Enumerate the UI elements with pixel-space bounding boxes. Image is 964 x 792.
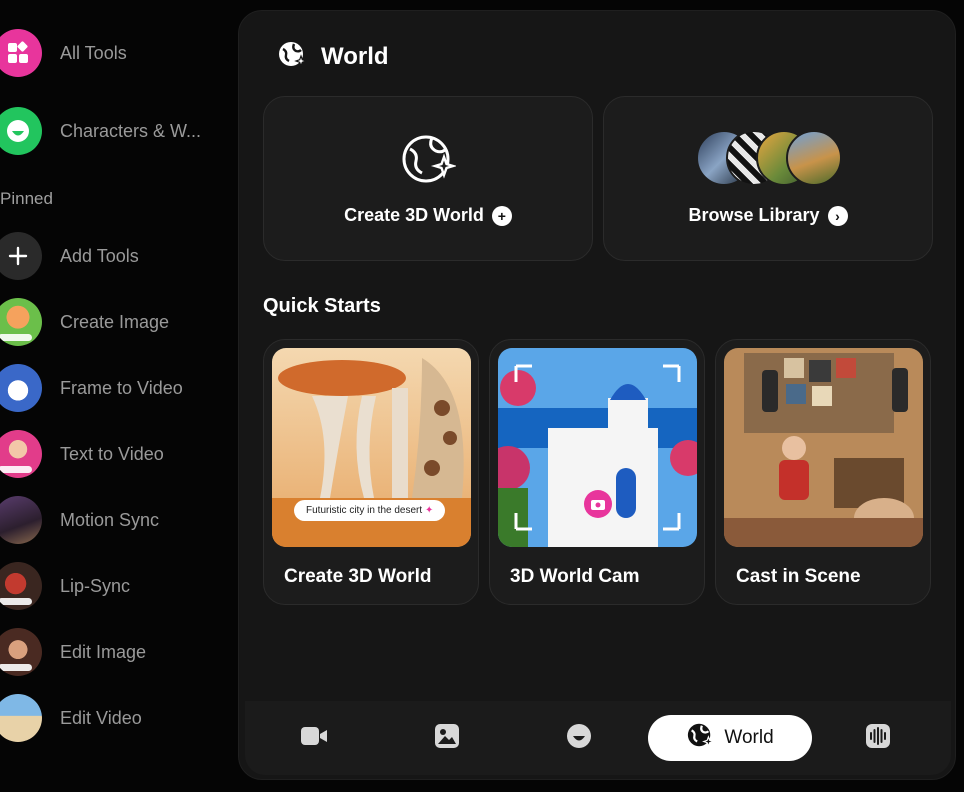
quick-start-label: Create 3D World <box>284 566 432 587</box>
sidebar-item-label: Create Image <box>60 311 170 332</box>
sidebar-item-all-tools[interactable]: All Tools <box>0 29 230 77</box>
sidebar-item-label: All Tools <box>60 42 127 63</box>
library-thumbnail <box>786 130 842 186</box>
nav-world-label: World <box>724 727 774 748</box>
sparkle-icon: ✦ <box>424 505 434 516</box>
create-3d-world-label-row: Create 3D World + <box>344 205 512 226</box>
quick-start-card-cast-in-scene[interactable]: Cast in Scene <box>715 339 931 605</box>
plus-circle-icon: + <box>491 205 512 226</box>
text-to-video-thumbnail <box>0 430 42 478</box>
sidebar-item-characters-worlds[interactable]: Characters & W... <box>0 107 230 155</box>
quick-start-label: 3D World Cam <box>510 566 640 587</box>
quick-start-card-3d-world-cam[interactable]: 3D World Cam <box>489 339 705 605</box>
globe-sparkle-icon <box>400 131 458 192</box>
card-label: Browse Library <box>688 205 820 225</box>
sidebar-item-label: Frame to Video <box>60 377 183 398</box>
create-image-thumbnail <box>0 298 42 346</box>
page-title: World <box>321 42 389 70</box>
video-camera-icon <box>300 724 328 753</box>
globe-sparkle-icon <box>277 39 308 74</box>
plus-icon <box>0 232 42 280</box>
bottom-nav: World <box>245 701 951 775</box>
smiley-icon <box>0 107 42 155</box>
image-icon <box>434 723 460 754</box>
futuristic-desert-city-image: Futuristic city in the desert ✦ <box>272 348 471 547</box>
nav-characters-button[interactable] <box>556 715 602 761</box>
nav-video-button[interactable] <box>291 715 337 761</box>
chevron-right-circle-icon: › <box>827 205 848 226</box>
library-thumbnails <box>696 130 846 186</box>
sidebar-item-label: Edit Video <box>60 707 142 728</box>
camera-icon <box>584 490 612 518</box>
sidebar-item-edit-video[interactable]: Edit Video <box>0 694 230 742</box>
retro-music-room-image <box>724 348 923 547</box>
prompt-overlay: Futuristic city in the desert ✦ <box>294 500 446 521</box>
prompt-overlay-text: Futuristic city in the desert <box>306 505 423 516</box>
grid-icon <box>0 29 42 77</box>
quick-start-card-create-3d-world[interactable]: Futuristic city in the desert ✦ Create 3… <box>263 339 479 605</box>
panel-header: World <box>277 39 389 74</box>
card-label: Create 3D World <box>344 205 484 225</box>
sidebar-item-label: Lip-Sync <box>60 575 131 596</box>
santorini-chapel-image <box>498 348 697 547</box>
globe-sparkle-icon <box>686 721 716 755</box>
browse-library-label-row: Browse Library › <box>688 205 848 226</box>
sidebar-item-edit-image[interactable]: Edit Image <box>0 628 230 676</box>
motion-sync-thumbnail <box>0 496 42 544</box>
audio-waveform-icon <box>865 723 891 754</box>
sidebar-item-frame-to-video[interactable]: Frame to Video <box>0 364 230 412</box>
edit-image-thumbnail <box>0 628 42 676</box>
nav-audio-button[interactable] <box>855 715 901 761</box>
sidebar-item-lip-sync[interactable]: Lip-Sync <box>0 562 230 610</box>
sidebar-item-add-tools[interactable]: Add Tools <box>0 232 230 280</box>
quick-starts-heading: Quick Starts <box>263 295 381 317</box>
sidebar-item-motion-sync[interactable]: Motion Sync <box>0 496 230 544</box>
nav-world-button[interactable]: World <box>648 715 812 761</box>
sidebar-item-label: Edit Image <box>60 641 147 662</box>
sidebar-item-label: Add Tools <box>60 245 139 266</box>
pinned-section-label: Pinned <box>0 189 53 208</box>
sidebar-item-label: Characters & W... <box>60 120 202 141</box>
sidebar-item-text-to-video[interactable]: Text to Video <box>0 430 230 478</box>
sidebar-item-create-image[interactable]: Create Image <box>0 298 230 346</box>
quick-start-label: Cast in Scene <box>736 566 861 587</box>
create-3d-world-card[interactable]: Create 3D World + <box>263 96 593 261</box>
sidebar: All Tools Characters & W... Pinned Add T… <box>0 0 236 792</box>
smiley-icon <box>566 723 592 754</box>
lip-sync-thumbnail <box>0 562 42 610</box>
sidebar-item-label: Motion Sync <box>60 509 160 530</box>
edit-video-thumbnail <box>0 694 42 742</box>
sidebar-item-label: Text to Video <box>60 443 164 464</box>
frame-to-video-thumbnail <box>0 364 42 412</box>
world-panel: World Create 3D World + Browse Library › <box>238 10 956 780</box>
nav-image-button[interactable] <box>424 715 470 761</box>
browse-library-card[interactable]: Browse Library › <box>603 96 933 261</box>
